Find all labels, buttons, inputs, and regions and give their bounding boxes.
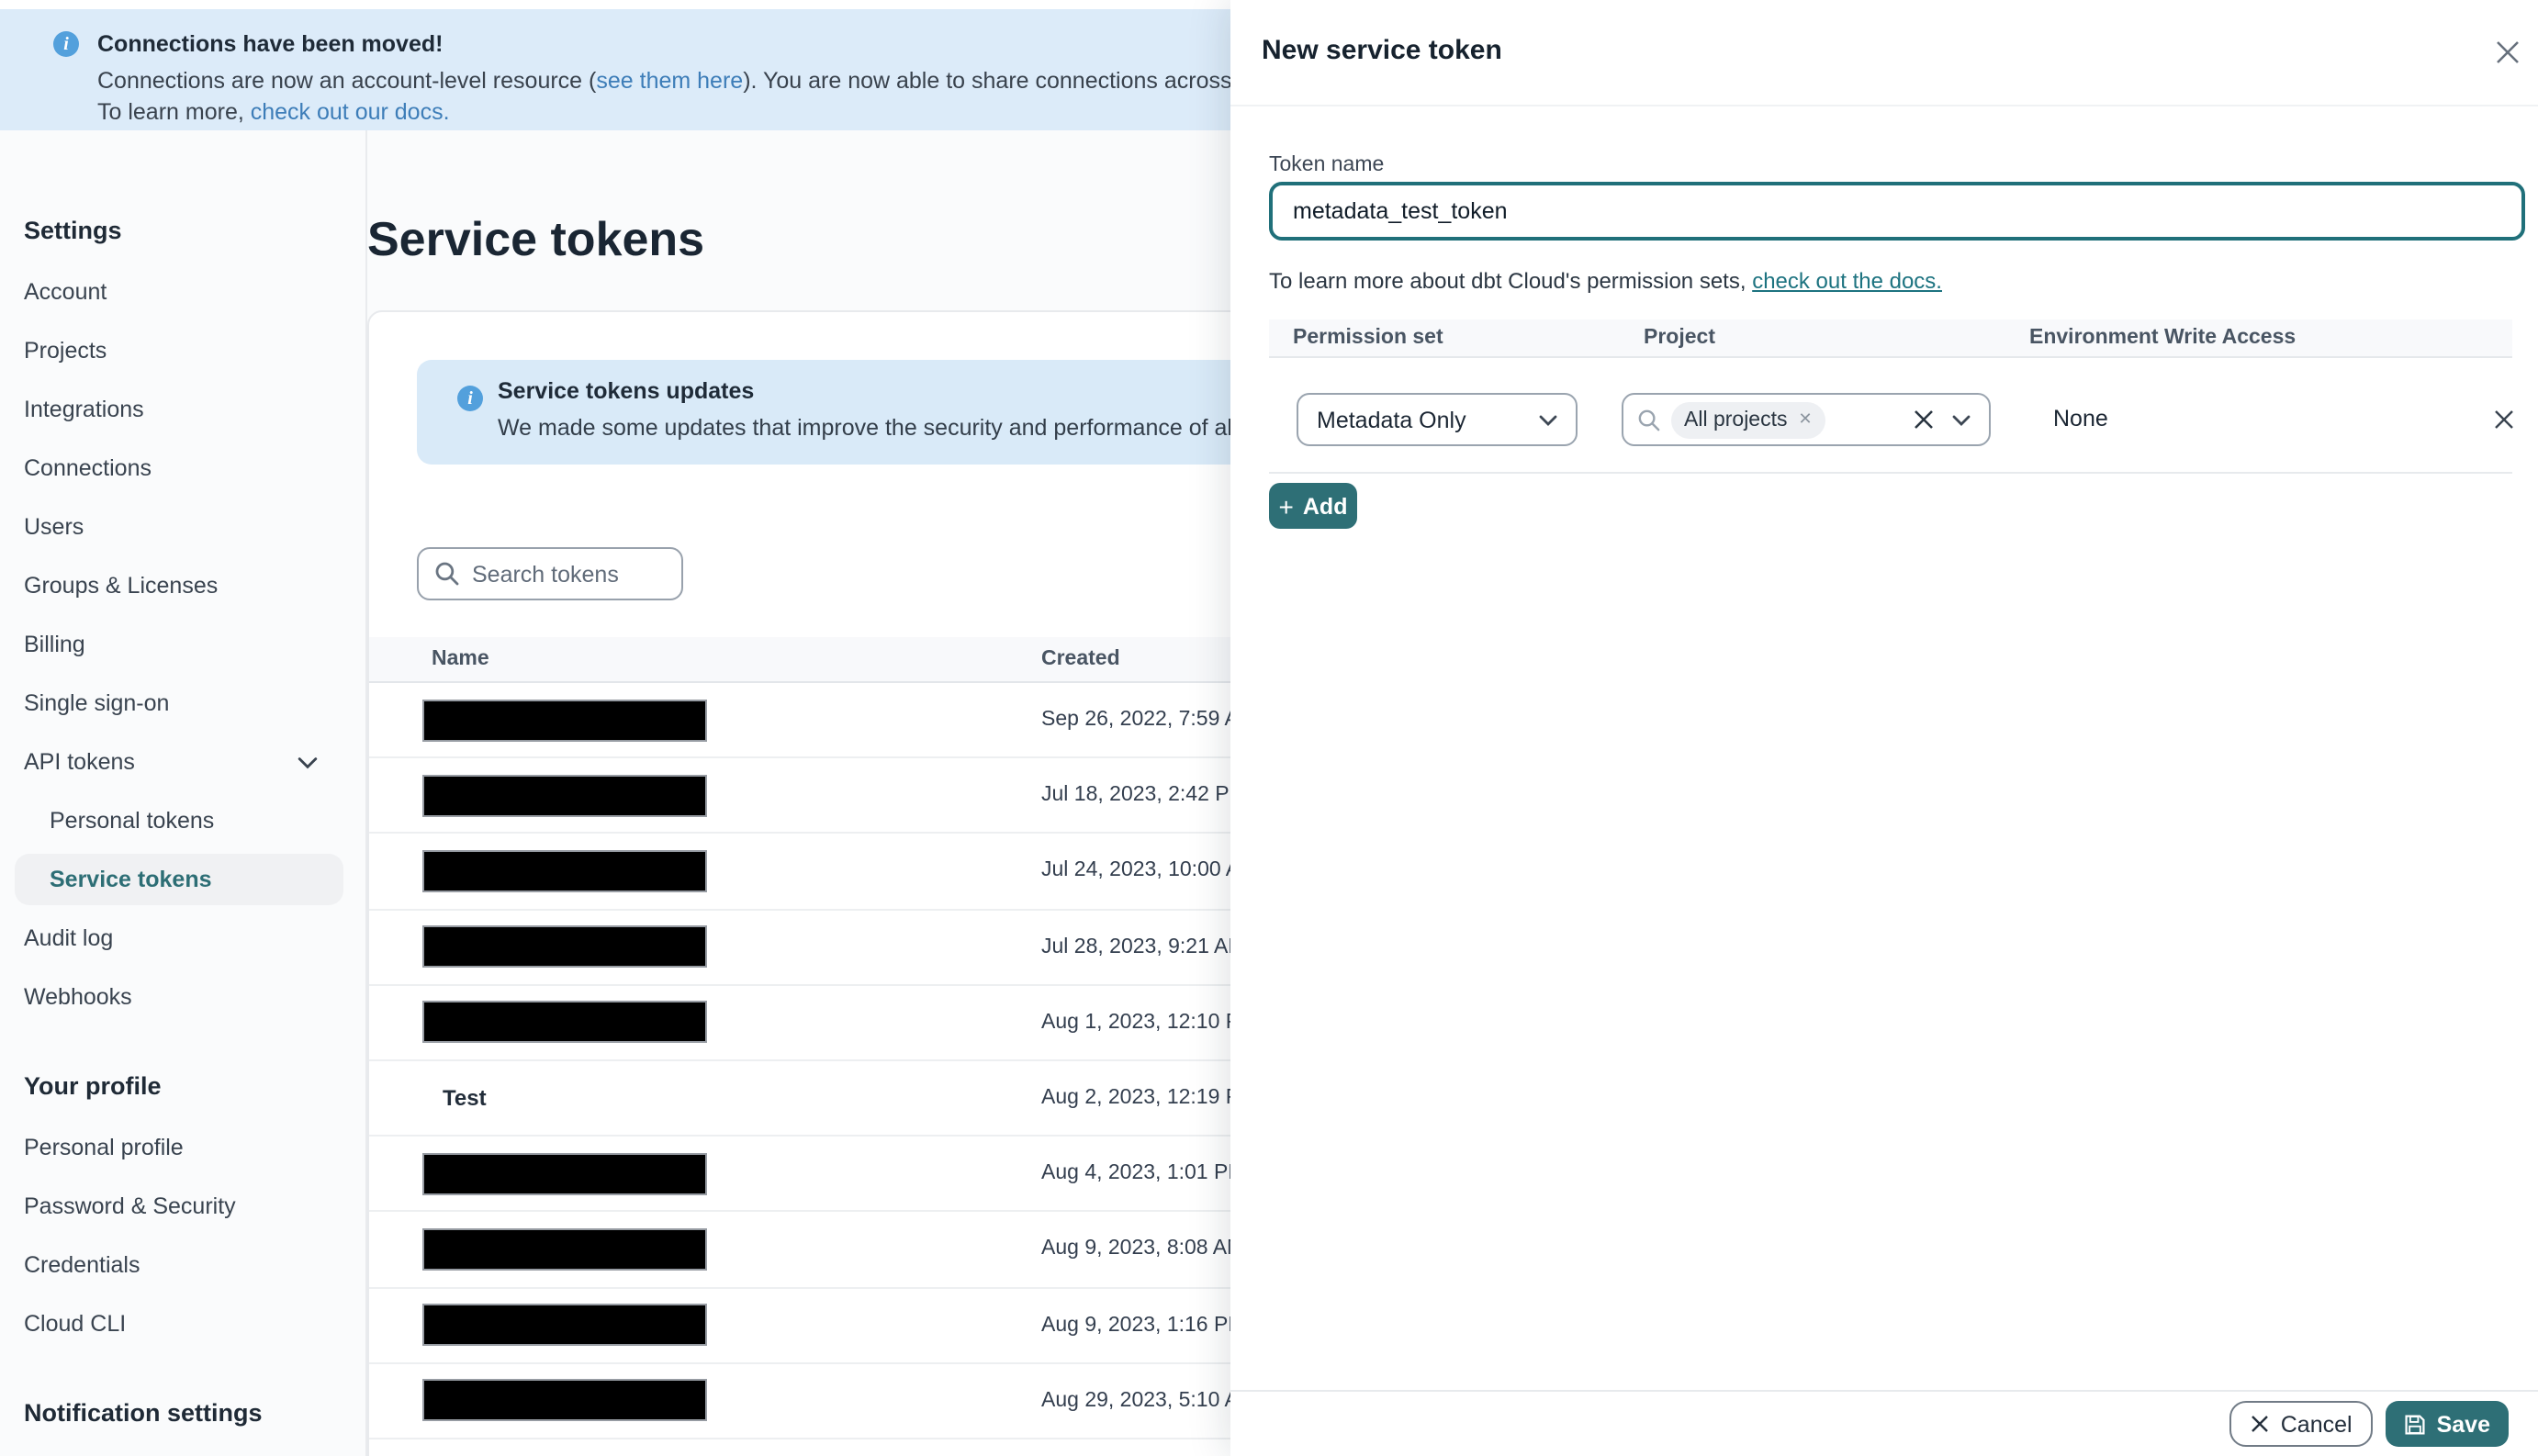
add-button-label: Add [1302, 493, 1348, 519]
sidebar-item-groups-licenses[interactable]: Groups & Licenses [0, 556, 365, 615]
chip-label: All projects [1684, 409, 1788, 431]
sidebar-item-personal-tokens[interactable]: Personal tokens [0, 791, 365, 850]
env-write-access-value: None [2053, 406, 2108, 431]
search-tokens-box[interactable] [417, 547, 683, 600]
token-name-cell [369, 925, 1041, 969]
redacted-token-name [422, 1304, 707, 1347]
save-button[interactable]: Save [2385, 1401, 2509, 1447]
notice-title: Service tokens updates [498, 378, 755, 404]
token-name-text: Test [443, 1085, 487, 1112]
sidebar-item-api-tokens[interactable]: API tokens [0, 733, 365, 791]
sidebar-profile-header: Your profile [24, 1072, 162, 1100]
cancel-button-label: Cancel [2280, 1411, 2353, 1437]
close-icon [2251, 1416, 2268, 1432]
learn-more-text: To learn more, [97, 99, 251, 125]
help-text: To learn more about dbt Cloud's permissi… [1269, 268, 1753, 294]
check-out-the-docs-link[interactable]: check out the docs. [1752, 268, 1942, 294]
sidebar-item-connections[interactable]: Connections [0, 439, 365, 498]
add-permission-button[interactable]: + Add [1269, 483, 1357, 529]
redacted-token-name [422, 1227, 707, 1271]
new-service-token-drawer: New service token Token name To learn mo… [1230, 0, 2538, 1456]
redacted-token-name [422, 1152, 707, 1195]
chevron-down-icon [298, 756, 318, 768]
sidebar-notification-header: Notification settings [24, 1399, 263, 1427]
column-header-permission-set: Permission set [1293, 327, 1443, 349]
info-icon: i [457, 386, 483, 411]
chevron-down-icon[interactable] [1952, 414, 1971, 425]
redacted-token-name [422, 925, 707, 969]
drawer-footer: Cancel Save [1230, 1390, 2538, 1456]
token-name-label: Token name [1269, 154, 1385, 176]
sidebar-item-password-security[interactable]: Password & Security [0, 1177, 365, 1236]
plus-icon: + [1278, 491, 1294, 521]
token-name-cell: Test [369, 1085, 1041, 1111]
column-header-name: Name [432, 648, 489, 670]
sidebar-item-users[interactable]: Users [0, 498, 365, 556]
permission-set-select[interactable]: Metadata Only [1297, 393, 1578, 446]
redacted-token-name [422, 1001, 707, 1044]
cancel-button[interactable]: Cancel [2229, 1401, 2373, 1447]
clear-selection-icon[interactable] [1912, 408, 1936, 431]
sidebar-settings-header: Settings [24, 217, 122, 244]
chip-remove-icon[interactable]: ✕ [1799, 409, 1813, 430]
sidebar-item-projects[interactable]: Projects [0, 321, 365, 380]
info-icon: i [53, 31, 79, 57]
token-name-cell [369, 1379, 1041, 1422]
redacted-token-name [422, 1379, 707, 1422]
check-out-docs-link[interactable]: check out our docs. [251, 99, 450, 125]
redacted-token-name [422, 849, 707, 892]
sidebar-item-credentials[interactable]: Credentials [0, 1236, 365, 1294]
permission-set-value: Metadata Only [1317, 407, 1466, 432]
sidebar-item-cloud-cli[interactable]: Cloud CLI [0, 1294, 365, 1353]
search-icon [1638, 409, 1660, 431]
banner-body-text: Connections are now an account-level res… [97, 68, 597, 94]
chevron-down-icon [1539, 414, 1557, 425]
sidebar-settings-group: Account Projects Integrations Connection… [0, 263, 365, 1026]
dbt-cloud-settings-page: i Connections have been moved! Connectio… [0, 0, 2538, 1456]
redacted-token-name [422, 774, 707, 817]
sidebar-item-single-sign-on[interactable]: Single sign-on [0, 674, 365, 733]
token-name-cell [369, 1152, 1041, 1195]
token-name-input[interactable] [1269, 182, 2525, 241]
column-header-env-write-access: Environment Write Access [2029, 327, 2297, 349]
save-icon [2405, 1414, 2425, 1434]
token-name-cell [369, 699, 1041, 742]
sidebar-item-webhooks[interactable]: Webhooks [0, 968, 365, 1026]
sidebar-profile-group: Personal profile Password & Security Cre… [0, 1118, 365, 1353]
sidebar-item-billing[interactable]: Billing [0, 615, 365, 674]
sidebar-item-service-tokens[interactable]: Service tokens [15, 854, 343, 905]
save-button-label: Save [2436, 1411, 2490, 1437]
permission-help-text: To learn more about dbt Cloud's permissi… [1269, 268, 1942, 294]
sidebar-item-account[interactable]: Account [0, 263, 365, 321]
token-name-cell [369, 1304, 1041, 1347]
token-name-cell [369, 849, 1041, 892]
column-header-project: Project [1644, 327, 1715, 349]
token-name-cell [369, 774, 1041, 817]
sidebar-item-audit-log[interactable]: Audit log [0, 909, 365, 968]
remove-row-icon[interactable] [2488, 404, 2518, 433]
banner-learn-more: To learn more, check out our docs. [97, 97, 450, 127]
drawer-title: New service token [1262, 35, 1502, 66]
drawer-header: New service token [1230, 0, 2538, 106]
sidebar-item-personal-profile[interactable]: Personal profile [0, 1118, 365, 1177]
search-tokens-input[interactable] [472, 561, 674, 587]
see-them-here-link[interactable]: see them here [596, 68, 743, 94]
token-name-cell [369, 1001, 1041, 1044]
all-projects-chip[interactable]: All projects ✕ [1671, 401, 1825, 438]
permission-table-header: Permission set Project Environment Write… [1269, 319, 2512, 358]
sidebar-item-integrations[interactable]: Integrations [0, 380, 365, 439]
redacted-token-name [422, 699, 707, 742]
project-multiselect[interactable]: All projects ✕ [1622, 393, 1991, 446]
token-name-cell [369, 1227, 1041, 1271]
settings-sidebar: Settings Account Projects Integrations C… [0, 130, 367, 1456]
banner-title: Connections have been moved! [97, 31, 444, 57]
close-icon[interactable] [2490, 35, 2523, 68]
permission-row: Metadata Only All projects ✕ None [1269, 358, 2512, 474]
page-title: Service tokens [367, 211, 705, 266]
search-icon [435, 562, 459, 586]
